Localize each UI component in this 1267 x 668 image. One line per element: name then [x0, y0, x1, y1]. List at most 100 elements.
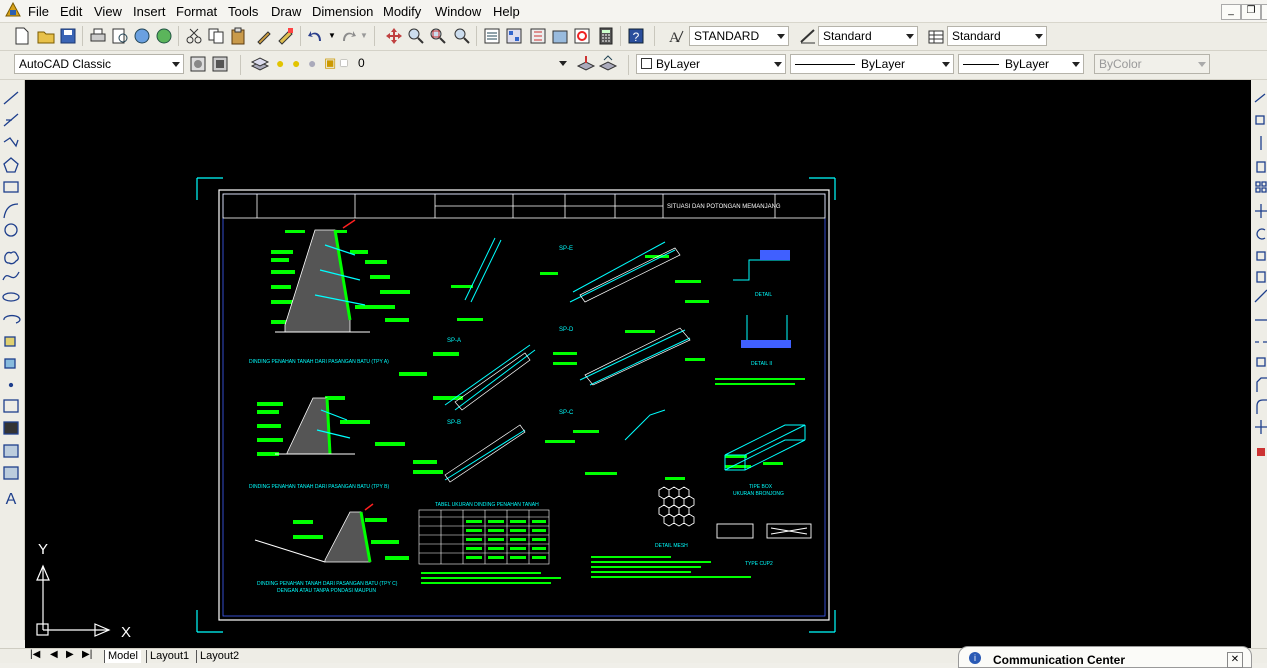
- chevron-down-icon: [1198, 62, 1206, 67]
- properties-toolbar: AutoCAD Classic ● ● ● ▣ ■ 0 ByLayer ByLa…: [0, 51, 1267, 80]
- sun-icon[interactable]: ●: [292, 55, 300, 71]
- dimension-style-select[interactable]: Standard: [818, 26, 918, 46]
- zoom-previous-icon[interactable]: [452, 26, 472, 46]
- toolbar-separator: [654, 26, 655, 46]
- tab-layout2[interactable]: Layout2: [196, 650, 242, 663]
- tab-model[interactable]: Model: [104, 650, 141, 663]
- linetype-sample: [795, 64, 855, 65]
- copy-icon[interactable]: [206, 26, 226, 46]
- layer-color-swatch[interactable]: ■: [340, 55, 348, 70]
- text-style-icon[interactable]: A: [666, 26, 686, 46]
- drawing-title: SITUASI DAN POTONGAN MEMANJANG: [667, 204, 781, 210]
- table-style-icon[interactable]: [926, 26, 946, 46]
- color-control-select[interactable]: ByLayer: [636, 54, 786, 74]
- communication-center-balloon[interactable]: i Communication Center ✕: [958, 646, 1252, 668]
- properties-icon[interactable]: [482, 26, 502, 46]
- plot-style-value: ByColor: [1099, 57, 1142, 71]
- make-layer-current-icon[interactable]: [576, 54, 596, 74]
- redo-icon[interactable]: [338, 26, 358, 46]
- next-tab-icon[interactable]: ▶: [66, 649, 74, 660]
- pan-icon[interactable]: [384, 26, 404, 46]
- first-tab-icon[interactable]: |◀: [30, 649, 40, 660]
- match-properties-icon[interactable]: [254, 26, 274, 46]
- save-icon[interactable]: [58, 26, 78, 46]
- paste-icon[interactable]: [228, 26, 248, 46]
- menu-file[interactable]: File: [28, 4, 49, 19]
- spline-icon: [2, 271, 20, 281]
- close-button[interactable]: [1261, 4, 1267, 20]
- multiline-text-icon: A: [6, 491, 17, 508]
- menu-edit[interactable]: Edit: [60, 4, 82, 19]
- linetype-control-select[interactable]: ByLayer: [790, 54, 954, 74]
- freeze-viewport-icon[interactable]: ●: [308, 55, 316, 71]
- cut-icon[interactable]: [184, 26, 204, 46]
- markup-set-icon[interactable]: [572, 26, 592, 46]
- text-style-select[interactable]: STANDARD: [689, 26, 789, 46]
- plot-preview-icon[interactable]: [110, 26, 130, 46]
- caption-type-c-sub: DENGAN ATAU TANPA PONDASI MAUPUN: [277, 588, 376, 594]
- lineweight-value: ByLayer: [1005, 57, 1050, 71]
- menu-window[interactable]: Window: [435, 4, 481, 19]
- 3d-dwf-icon[interactable]: [154, 26, 174, 46]
- hex-mesh-detail: [658, 486, 695, 527]
- line-icon: [3, 91, 19, 105]
- tab-layout1[interactable]: Layout1: [146, 650, 192, 663]
- workspace-select[interactable]: AutoCAD Classic: [14, 54, 184, 74]
- block-editor-icon[interactable]: [276, 26, 296, 46]
- layer-value: 0: [358, 56, 365, 70]
- table-title: TABEL UKURAN DINDING PENAHAN TANAH: [435, 502, 539, 508]
- tool-palettes-icon[interactable]: [528, 26, 548, 46]
- new-file-icon[interactable]: [12, 26, 32, 46]
- chevron-down-icon: [172, 62, 180, 67]
- menu-help[interactable]: Help: [493, 4, 520, 19]
- table-style-select[interactable]: Standard: [947, 26, 1047, 46]
- svg-text:?: ?: [633, 30, 640, 44]
- sheet-set-icon[interactable]: [550, 26, 570, 46]
- layer-select[interactable]: 0: [354, 54, 570, 74]
- modify-tool-icons: [1254, 93, 1267, 510]
- open-file-icon[interactable]: [36, 26, 56, 46]
- publish-icon[interactable]: [132, 26, 152, 46]
- help-icon[interactable]: ?: [626, 26, 646, 46]
- calculator-icon[interactable]: [596, 26, 616, 46]
- lock-icon[interactable]: ▣: [324, 55, 336, 71]
- design-center-icon[interactable]: [504, 26, 524, 46]
- drawing-canvas[interactable]: SITUASI DAN POTONGAN MEMANJANG DINDING P…: [25, 80, 1251, 650]
- zoom-realtime-icon[interactable]: [406, 26, 426, 46]
- draw-tool-icons: A: [2, 91, 21, 508]
- lineweight-control-select[interactable]: ByLayer: [958, 54, 1084, 74]
- label-sp-d: SP-D: [559, 327, 574, 333]
- label-sp-c: SP-C: [559, 410, 574, 416]
- lightbulb-icon[interactable]: ●: [276, 55, 284, 71]
- zoom-window-icon[interactable]: [428, 26, 448, 46]
- dimension-style-icon[interactable]: [798, 26, 818, 46]
- menu-format[interactable]: Format: [176, 4, 217, 19]
- redo-dropdown-icon[interactable]: ▼: [360, 31, 368, 40]
- menu-bar: File Edit View Insert Format Tools Draw …: [0, 0, 1267, 23]
- plot-style-select[interactable]: ByColor: [1094, 54, 1210, 74]
- revision-cloud-icon: [4, 251, 19, 265]
- workspace-settings-icon[interactable]: [188, 54, 208, 74]
- autocad-app-icon[interactable]: [4, 2, 22, 18]
- menu-dimension[interactable]: Dimension: [312, 4, 373, 19]
- undo-dropdown-icon[interactable]: ▼: [328, 31, 336, 40]
- close-icon[interactable]: ✕: [1227, 652, 1243, 668]
- plot-icon[interactable]: [88, 26, 108, 46]
- hatch-icon: [3, 399, 19, 413]
- prev-tab-icon[interactable]: ◀: [50, 649, 58, 660]
- table-style-value: Standard: [952, 29, 1001, 43]
- menu-modify[interactable]: Modify: [383, 4, 421, 19]
- last-tab-icon[interactable]: ▶|: [82, 649, 92, 660]
- make-block-icon: [4, 358, 16, 369]
- minimize-button[interactable]: _: [1221, 4, 1241, 20]
- point-icon: [8, 382, 14, 388]
- workspace-save-icon[interactable]: [210, 54, 230, 74]
- layer-previous-icon[interactable]: [598, 54, 618, 74]
- menu-insert[interactable]: Insert: [133, 4, 166, 19]
- menu-tools[interactable]: Tools: [228, 4, 258, 19]
- undo-icon[interactable]: [306, 26, 326, 46]
- layer-properties-icon[interactable]: [250, 54, 270, 74]
- menu-draw[interactable]: Draw: [271, 4, 301, 19]
- menu-view[interactable]: View: [94, 4, 122, 19]
- restore-button[interactable]: ❐: [1241, 4, 1261, 20]
